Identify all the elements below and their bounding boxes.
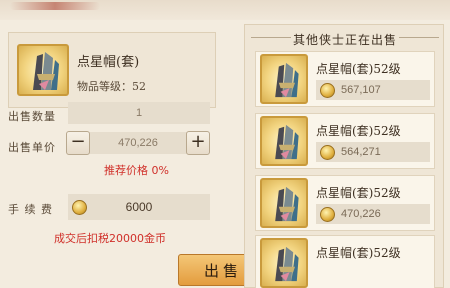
coin-icon — [72, 200, 87, 215]
quantity-label: 出售数量 — [8, 110, 56, 123]
hat-icon — [275, 62, 299, 98]
listing-name: 点星帽(套)52级 — [316, 124, 401, 138]
top-bar — [0, 0, 450, 20]
listing-item[interactable]: 点星帽(套)52级 470,226 — [255, 175, 435, 231]
item-card: 点星帽(套) 物品等级：52 — [8, 32, 216, 108]
listing-price: 470,226 — [316, 204, 430, 224]
hat-icon — [275, 186, 299, 222]
listing-price: 567,107 — [316, 80, 430, 100]
listing-name: 点星帽(套)52级 — [316, 186, 401, 200]
hat-icon — [275, 246, 299, 282]
sell-form-panel: 点星帽(套) 物品等级：52 出售数量 1 出售单价 470,226 − + 推… — [0, 20, 232, 288]
coin-icon — [320, 144, 335, 160]
hat-icon — [33, 52, 59, 90]
listing-name: 点星帽(套)52级 — [316, 246, 401, 260]
listing-icon-slot — [260, 116, 308, 166]
listing-icon-slot — [260, 54, 308, 104]
price-field[interactable]: 470,226 — [88, 132, 188, 154]
fee-field: 6000 — [68, 194, 210, 220]
listing-item[interactable]: 点星帽(套)52级 567,107 — [255, 51, 435, 107]
price-increase-button[interactable]: + — [186, 131, 210, 155]
listing-item[interactable]: 点星帽(套)52级 564,271 — [255, 113, 435, 169]
tax-note: 成交后扣税20000金币 — [54, 232, 166, 245]
item-level: 物品等级：52 — [77, 80, 146, 93]
listing-icon-slot — [260, 178, 308, 228]
decorative-streak — [10, 2, 100, 10]
market-title: 其他侠士正在出售 — [292, 33, 397, 47]
listing-icon-slot — [260, 238, 308, 288]
fee-label: 手 续 费 — [8, 203, 53, 216]
listing-name: 点星帽(套)52级 — [316, 62, 401, 76]
listing-item[interactable]: 点星帽(套)52级 — [255, 235, 435, 288]
fee-value: 6000 — [125, 200, 153, 214]
item-icon-slot[interactable] — [17, 44, 69, 96]
listing-price-value: 567,107 — [341, 84, 381, 96]
listing-price-value: 564,271 — [341, 146, 381, 158]
price-decrease-button[interactable]: − — [66, 131, 90, 155]
coin-icon — [320, 82, 335, 98]
price-label: 出售单价 — [8, 141, 56, 154]
item-name: 点星帽(套) — [77, 55, 140, 70]
hat-icon — [275, 124, 299, 160]
quantity-field[interactable]: 1 — [68, 102, 210, 124]
listing-price: 564,271 — [316, 142, 430, 162]
market-panel: 其他侠士正在出售 点星帽(套)52级 567,107 点星帽(套)52级 564… — [244, 24, 444, 288]
recommend-price-text: 推荐价格 0% — [104, 164, 169, 177]
listing-price-value: 470,226 — [341, 208, 381, 220]
coin-icon — [320, 206, 335, 222]
